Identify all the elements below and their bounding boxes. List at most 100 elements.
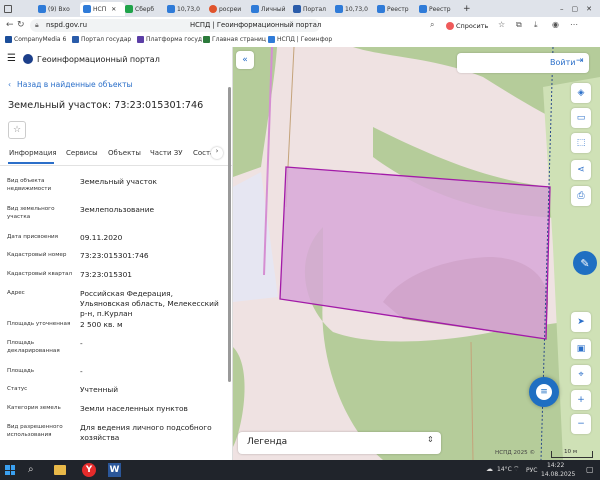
- share-icon: ⋖: [577, 165, 585, 175]
- field-label: Площадь: [7, 368, 35, 374]
- bookmark-item[interactable]: Главная страниц: [203, 36, 266, 43]
- bookmark-item[interactable]: Платформа госуд: [137, 36, 202, 43]
- favorite-star-button[interactable]: ☆: [8, 121, 26, 139]
- tab-favicon-icon: [293, 5, 301, 13]
- windows-start-icon[interactable]: [5, 465, 15, 475]
- select-area-button[interactable]: ⬚: [571, 133, 591, 153]
- field-label: Вид земельного участка: [7, 206, 55, 220]
- layers-icon: ◈: [577, 88, 585, 98]
- browser-tab[interactable]: росреи: [209, 2, 249, 16]
- profile-icon[interactable]: ◉: [552, 20, 559, 29]
- minimize-icon[interactable]: –: [560, 5, 564, 13]
- reload-icon[interactable]: ↻: [17, 20, 25, 30]
- browser-tab[interactable]: (9) Вхо: [38, 2, 78, 16]
- legend-panel[interactable]: Легенда ⇕: [238, 432, 441, 454]
- legend-label: Легенда: [247, 437, 288, 447]
- network-icon[interactable]: ⌔: [513, 465, 520, 474]
- layers-button[interactable]: ◈: [571, 83, 591, 103]
- print-button[interactable]: ⎙: [571, 186, 591, 206]
- assistant-button[interactable]: ✎: [573, 251, 597, 275]
- tab-parts[interactable]: Части ЗУ: [150, 149, 183, 157]
- login-bar[interactable]: Войти ⇥: [457, 53, 589, 73]
- field-label: Адрес: [7, 290, 25, 296]
- field-row: Дата присвоения 09.11.2020: [7, 233, 222, 245]
- object-title: Земельный участок: 73:23:015301:746: [8, 100, 204, 111]
- login-label: Войти: [550, 58, 576, 67]
- new-tab-button[interactable]: +: [463, 2, 473, 16]
- tab-services[interactable]: Сервисы: [66, 149, 98, 157]
- share-button[interactable]: ⋖: [571, 160, 591, 180]
- back-to-results-link[interactable]: ‹ Назад в найденные объекты: [8, 80, 133, 89]
- browser-tab-active[interactable]: НСП ✕: [80, 2, 125, 16]
- page-title: НСПД | Геоинформационный портал: [190, 21, 322, 29]
- geosearch-button[interactable]: ⌖: [571, 365, 591, 385]
- field-value: 73:23:015301: [80, 270, 133, 279]
- bookmark-label: Платформа госуд: [146, 36, 203, 43]
- expand-toggle-icon: ⇕: [427, 435, 434, 444]
- tab-favicon-icon: [125, 5, 133, 13]
- field-row: Адрес Российская Федерация, Ульяновская о…: [7, 289, 222, 319]
- weather-icon[interactable]: ☁: [486, 465, 493, 473]
- language-indicator[interactable]: РУС: [526, 467, 537, 474]
- active-tab-indicator: [8, 162, 54, 164]
- search-icon[interactable]: ⌕: [28, 464, 34, 475]
- zoom-out-button[interactable]: −: [571, 414, 591, 434]
- maximize-icon[interactable]: ▢: [572, 5, 579, 13]
- basemap-button[interactable]: ▣: [571, 339, 591, 359]
- locate-button[interactable]: ➤: [571, 312, 591, 332]
- collections-icon[interactable]: ⧉: [516, 20, 522, 30]
- login-icon: ⇥: [576, 56, 584, 66]
- tab-label: 10,73,0: [177, 5, 200, 13]
- bookmark-item[interactable]: НСПД | Геоинфор: [268, 36, 332, 43]
- tab-favicon-icon: [167, 5, 175, 13]
- tabs-scroll-right-button[interactable]: ›: [211, 147, 223, 159]
- minus-icon: −: [577, 419, 585, 429]
- tab-list-icon[interactable]: [4, 2, 12, 16]
- close-window-icon[interactable]: ✕: [586, 5, 592, 13]
- chat-button[interactable]: ≡: [529, 377, 559, 407]
- ruler-icon: ▭: [576, 113, 586, 123]
- file-explorer-icon[interactable]: [54, 465, 66, 475]
- yandex-browser-icon[interactable]: Y: [82, 463, 96, 477]
- browser-tab[interactable]: Реестр: [419, 2, 459, 16]
- plus-icon: +: [577, 395, 585, 405]
- search-icon[interactable]: ⌕: [430, 20, 434, 30]
- field-value: Земли населенных пунктов: [80, 404, 188, 413]
- browser-tab[interactable]: Портал: [293, 2, 333, 16]
- bookmark-star-icon[interactable]: ☆: [498, 20, 505, 29]
- panel-scrollbar[interactable]: [228, 87, 231, 382]
- word-icon[interactable]: W: [108, 463, 121, 477]
- tab-favicon-icon: [38, 5, 46, 13]
- bookmark-favicon-icon: [5, 36, 12, 43]
- browser-tab[interactable]: Личный: [251, 2, 291, 16]
- menu-dots-icon[interactable]: ⋯: [570, 20, 578, 29]
- tab-information[interactable]: Информация: [9, 149, 57, 157]
- zoom-in-button[interactable]: +: [571, 390, 591, 410]
- chevron-right-icon: ›: [215, 147, 219, 155]
- download-icon[interactable]: ⤓: [534, 20, 538, 30]
- back-arrow-icon[interactable]: ←: [6, 20, 14, 30]
- hamburger-menu-icon[interactable]: ☰: [7, 53, 16, 64]
- field-value: 09.11.2020: [80, 233, 123, 242]
- notifications-icon[interactable]: ▢: [586, 465, 594, 474]
- tab-favicon-icon: [83, 5, 91, 13]
- tab-objects[interactable]: Объекты: [108, 149, 141, 157]
- map-view[interactable]: « Войти ⇥ ◈ ▭ ⬚ ⋖ ⎙ ✎ ➤ ▣ ⌖ ≡ + − Легенд…: [233, 47, 600, 460]
- collapse-panel-button[interactable]: «: [236, 51, 254, 69]
- browser-tab[interactable]: 10,73,0: [167, 2, 207, 16]
- measure-button[interactable]: ▭: [571, 108, 591, 128]
- tab-label: Реестр: [429, 5, 451, 13]
- clock-time[interactable]: 14:22: [547, 462, 564, 469]
- tab-close-icon[interactable]: ✕: [111, 6, 116, 13]
- browser-tab[interactable]: Сберб: [125, 2, 165, 16]
- browser-tab[interactable]: Реестр: [377, 2, 417, 16]
- tab-label: Портал: [303, 5, 326, 13]
- field-row: Площадь уточненная 2 500 кв. м: [7, 320, 222, 332]
- ask-button[interactable]: Спросить: [446, 19, 488, 32]
- browser-tab[interactable]: 10,73,0: [335, 2, 375, 16]
- bookmark-item[interactable]: Портал государ: [72, 36, 131, 43]
- clock-date[interactable]: 14.08.2025: [541, 471, 575, 478]
- bookmark-item[interactable]: CompanyMedia 6: [5, 36, 66, 43]
- field-row: Статус Учтенный: [7, 385, 222, 397]
- tab-composition[interactable]: Состав: [193, 149, 211, 157]
